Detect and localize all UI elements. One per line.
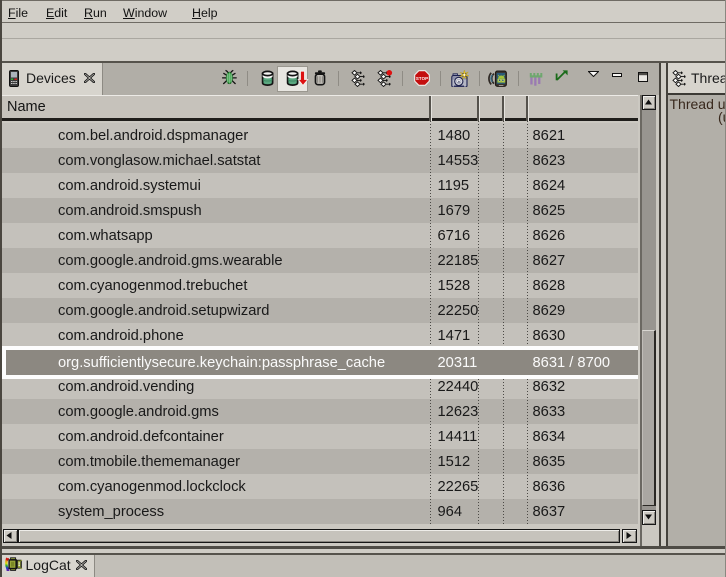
svg-text:STOP: STOP	[415, 76, 427, 81]
